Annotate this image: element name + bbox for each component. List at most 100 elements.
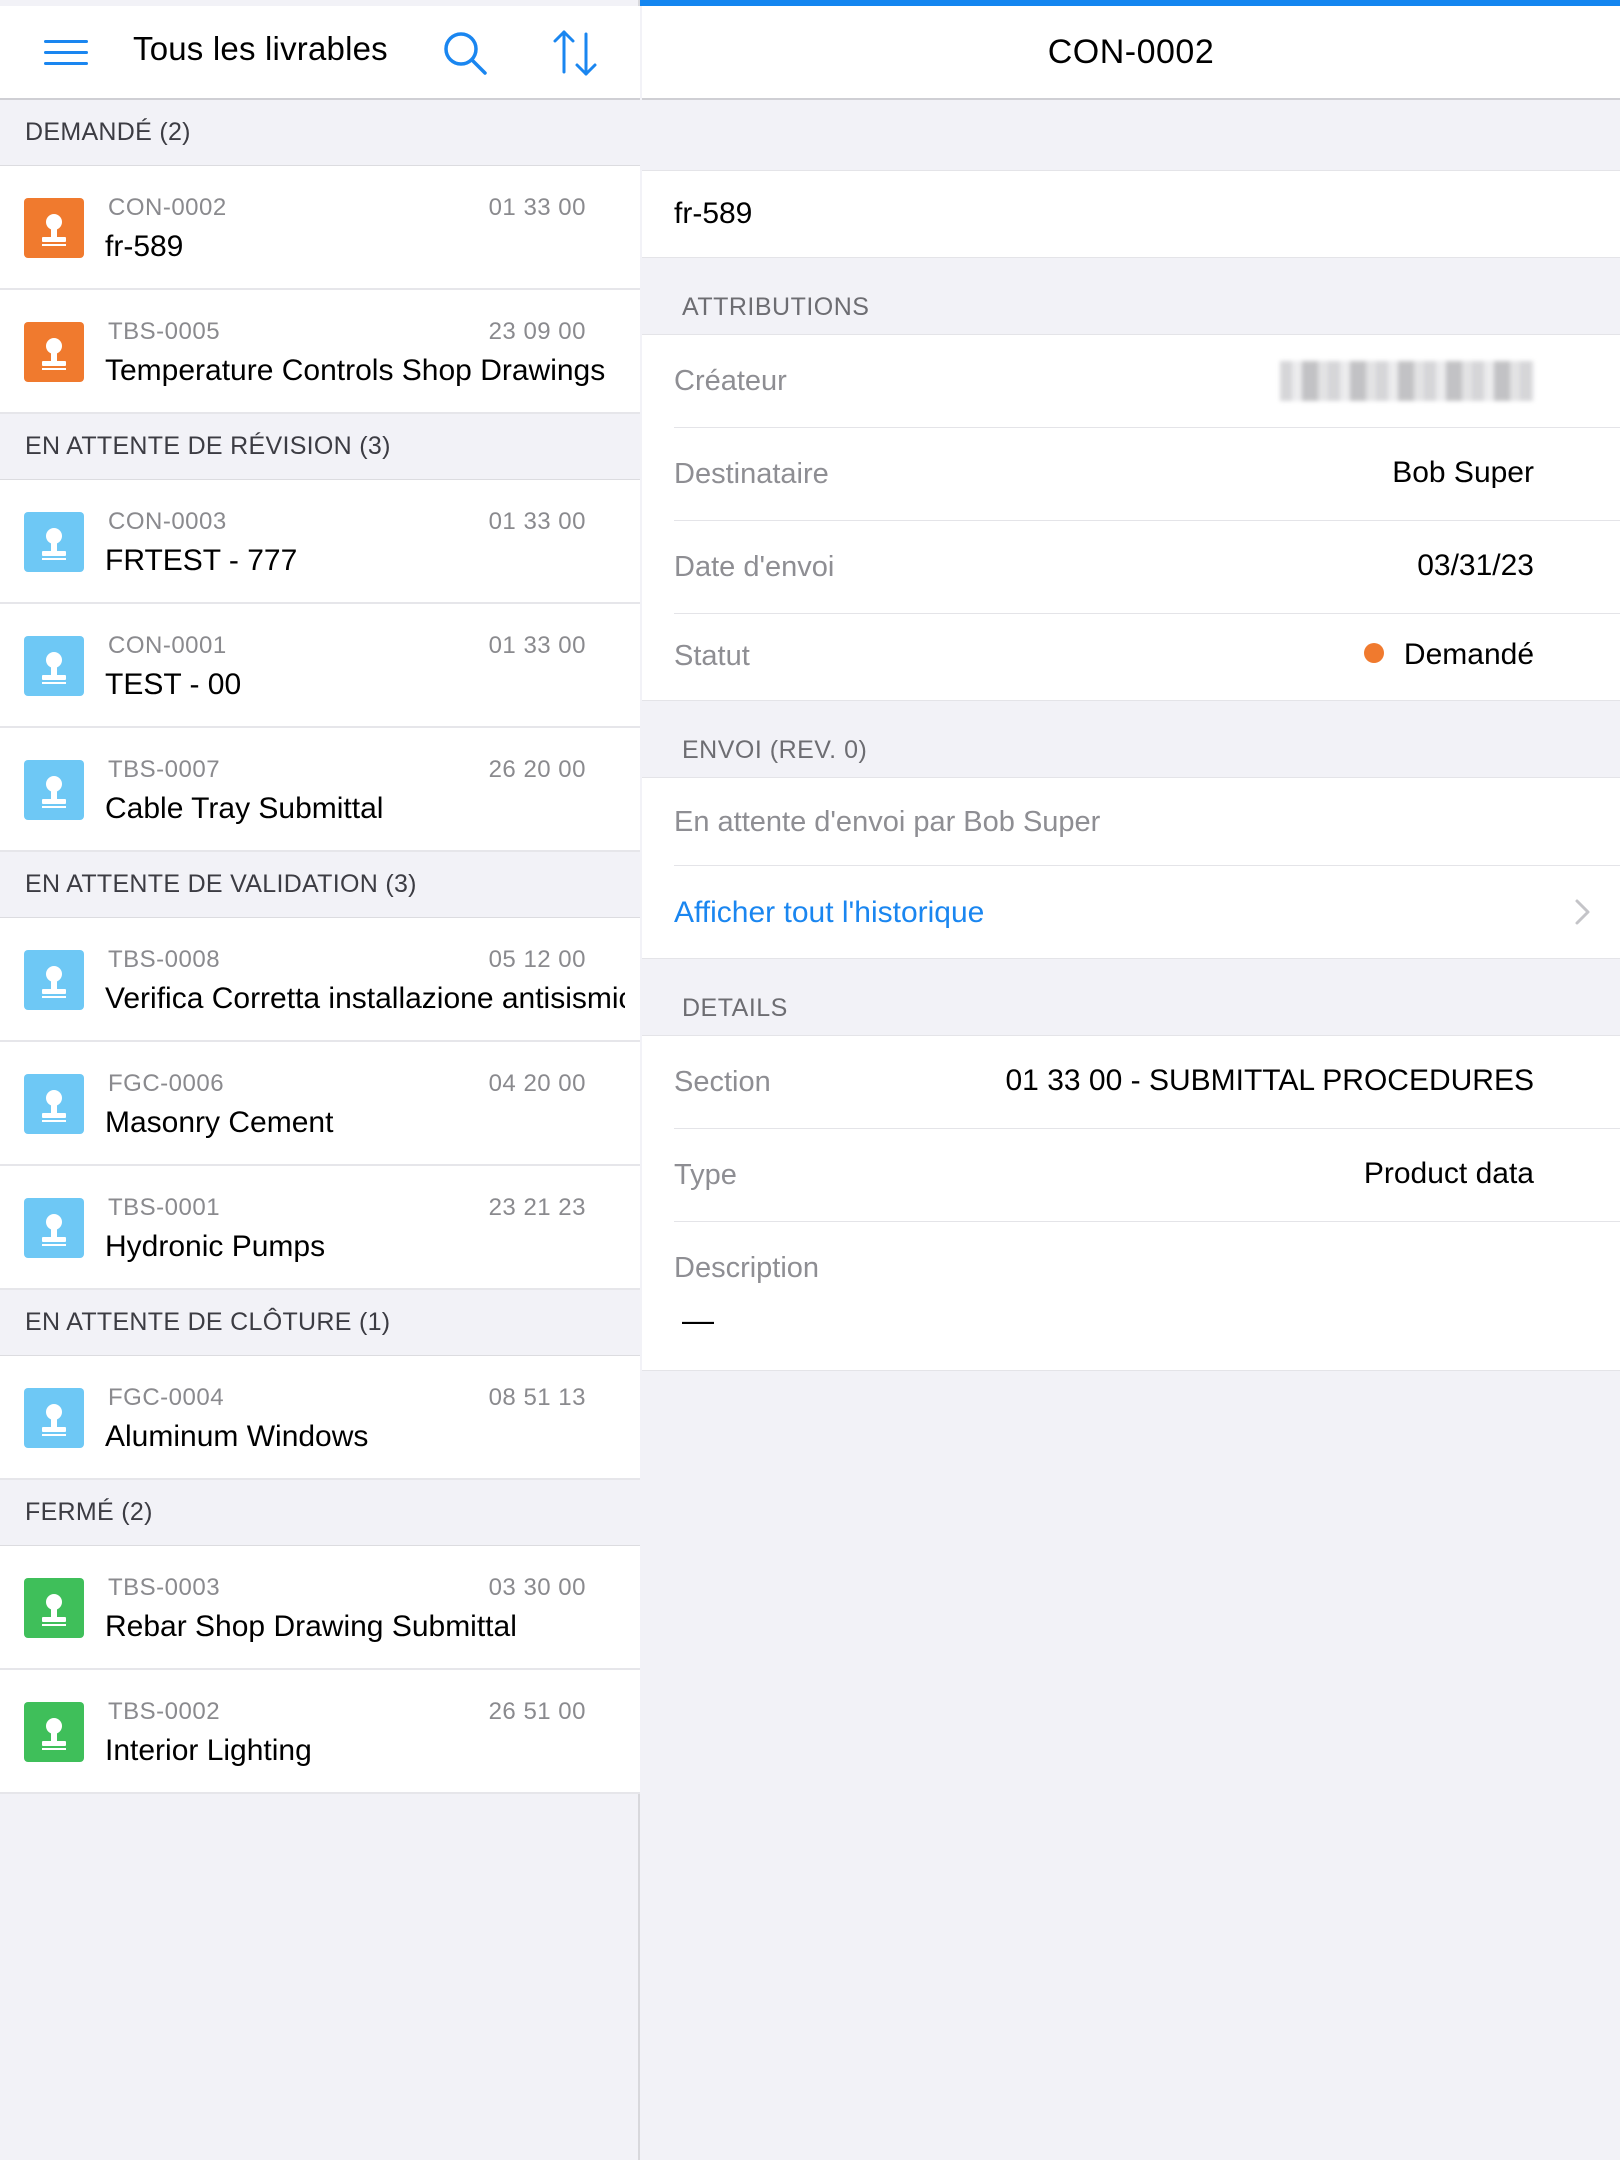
list-title: Tous les livrables [133,30,388,67]
item-code: FGC-0004 [108,1384,225,1411]
status-label: Statut [674,640,750,672]
item-spec-number: 01 33 00 [488,508,586,535]
list-item[interactable]: TBS-0002 26 51 00 Interior Lighting [0,1670,640,1794]
date-label: Date d'envoi [674,551,835,583]
list-item[interactable]: TBS-0007 26 20 00 Cable Tray Submittal [0,728,640,852]
section-header: DEMANDÉ (2) [0,100,640,166]
date-value: 03/31/23 [1417,549,1534,582]
item-title: Temperature Controls Shop Drawings [105,354,606,387]
item-code: CON-0003 [108,508,227,535]
type-row: Type Product data [674,1129,1620,1222]
status-dot-icon [1363,643,1384,664]
item-spec-number: 23 09 00 [488,318,586,345]
item-code: CON-0001 [108,632,227,659]
submittal-stamp-icon [24,1198,84,1258]
item-title: Cable Tray Submittal [105,792,384,825]
attributions-section-header: ATTRIBUTIONS [682,293,870,321]
description-label: Description [674,1252,820,1284]
item-code: TBS-0008 [108,946,221,973]
envoi-group: En attente d'envoi par Bob Super Affiche… [642,777,1620,959]
item-spec-number: 04 20 00 [488,1070,586,1097]
section-header: EN ATTENTE DE VALIDATION (3) [0,852,640,918]
item-title: FRTEST - 777 [105,544,298,577]
section-row: Section 01 33 00 - SUBMITTAL PROCEDURES [674,1036,1620,1129]
list-item[interactable]: CON-0001 01 33 00 TEST - 00 [0,604,640,728]
description-row: Description — [674,1222,1620,1370]
section-label: Section [674,1066,771,1098]
item-title: TEST - 00 [105,668,242,701]
recipient-value: Bob Super [1392,456,1534,489]
list-item[interactable]: TBS-0008 05 12 00 Verifica Corretta instal… [0,918,640,1042]
status-value: Demandé [1363,638,1534,672]
item-code: TBS-0005 [108,318,221,345]
detail-name: fr-589 [642,170,1620,258]
item-title: fr-589 [105,230,184,263]
submittals-list-pane: Tous les livrables DEMANDÉ (2) CON-0002 01… [0,0,640,2160]
list-item[interactable]: FGC-0004 08 51 13 Aluminum Windows [0,1356,640,1480]
creator-row: Créateur [674,335,1620,428]
creator-label: Créateur [674,365,787,397]
submittal-stamp-icon [24,322,84,382]
submittal-stamp-icon [24,1702,84,1762]
chevron-right-icon [1574,898,1592,926]
submittal-stamp-icon [24,950,84,1010]
submittal-detail-pane: CON-0002 fr-589 ATTRIBUTIONS Créateur De… [642,6,1620,2160]
item-code: TBS-0007 [108,756,221,783]
list-item[interactable]: FGC-0006 04 20 00 Masonry Cement [0,1042,640,1166]
list-header: Tous les livrables [0,6,640,100]
list-item[interactable]: CON-0003 01 33 00 FRTEST - 777 [0,480,640,604]
submittal-stamp-icon [24,198,84,258]
detail-title: CON-0002 [642,6,1620,100]
list-item[interactable]: CON-0002 01 33 00 fr-589 [0,166,640,290]
description-value: — [682,1302,714,1338]
type-value: Product data [1363,1157,1534,1190]
list-item[interactable]: TBS-0003 03 30 00 Rebar Shop Drawing Submi… [0,1546,640,1670]
envoi-waiting-text: En attente d'envoi par Bob Super [674,806,1101,838]
sort-icon[interactable] [550,26,600,80]
section-value: 01 33 00 - SUBMITTAL PROCEDURES [1005,1064,1535,1097]
envoi-status-row: En attente d'envoi par Bob Super [674,778,1620,866]
details-group: Section 01 33 00 - SUBMITTAL PROCEDURES … [642,1035,1620,1371]
section-header: EN ATTENTE DE RÉVISION (3) [0,414,640,480]
item-code: CON-0002 [108,194,227,221]
view-history-link[interactable]: Afficher tout l'historique [674,896,984,930]
search-icon[interactable] [440,28,490,78]
submittal-stamp-icon [24,636,84,696]
item-title: Masonry Cement [105,1106,334,1139]
item-title: Aluminum Windows [105,1420,369,1453]
item-code: FGC-0006 [108,1070,225,1097]
item-code: TBS-0001 [108,1194,221,1221]
hamburger-menu-icon[interactable] [44,38,88,68]
list-item[interactable]: TBS-0001 23 21 23 Hydronic Pumps [0,1166,640,1290]
submittal-stamp-icon [24,760,84,820]
item-spec-number: 03 30 00 [488,1574,586,1601]
submittal-stamp-icon [24,1074,84,1134]
envoi-section-header: ENVOI (REV. 0) [682,736,868,764]
item-code: TBS-0002 [108,1698,221,1725]
item-title: Rebar Shop Drawing Submittal [105,1610,517,1643]
item-spec-number: 23 21 23 [488,1194,586,1221]
recipient-row: Destinataire Bob Super [674,428,1620,521]
submittal-stamp-icon [24,1388,84,1448]
creator-value-redacted [1280,361,1534,401]
submittal-stamp-icon [24,512,84,572]
type-label: Type [674,1159,737,1191]
status-row: Statut Demandé [674,614,1620,700]
details-section-header: DETAILS [682,994,788,1022]
item-title: Interior Lighting [105,1734,312,1767]
item-title: Verifica Corretta installazione antisism… [105,982,625,1015]
history-row[interactable]: Afficher tout l'historique [674,866,1620,958]
item-spec-number: 01 33 00 [488,632,586,659]
item-code: TBS-0003 [108,1574,221,1601]
item-title: Hydronic Pumps [105,1230,326,1263]
item-spec-number: 05 12 00 [488,946,586,973]
attributions-group: Créateur Destinataire Bob Super Date d'e… [642,334,1620,701]
item-spec-number: 08 51 13 [488,1384,586,1411]
submittals-list: DEMANDÉ (2) CON-0002 01 33 00 fr-589 TBS-000… [0,100,640,1794]
section-header: EN ATTENTE DE CLÔTURE (1) [0,1290,640,1356]
recipient-label: Destinataire [674,458,829,490]
section-header: FERMÉ (2) [0,1480,640,1546]
item-spec-number: 01 33 00 [488,194,586,221]
list-item[interactable]: TBS-0005 23 09 00 Temperature Controls Sho… [0,290,640,414]
item-spec-number: 26 20 00 [488,756,586,783]
